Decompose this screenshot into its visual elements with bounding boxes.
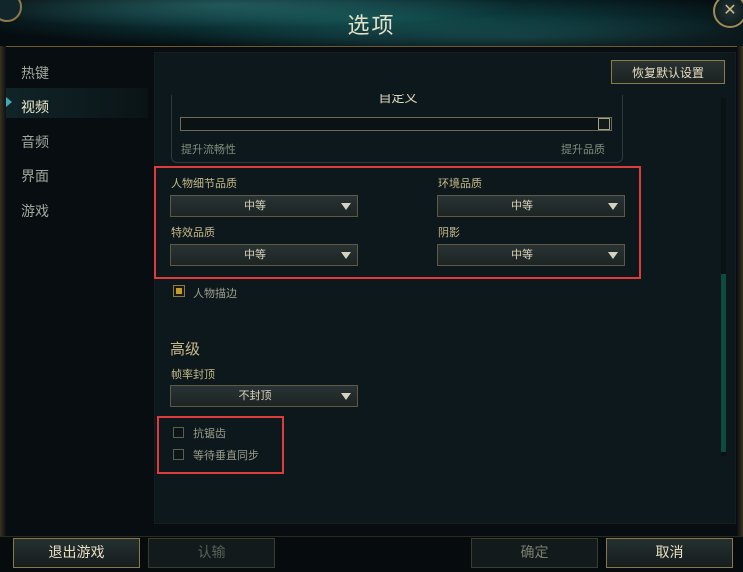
anti-aliasing-checkbox[interactable]	[173, 427, 184, 438]
scrollbar-thumb[interactable]	[721, 274, 726, 452]
environment-quality-label: 环境品质	[438, 177, 482, 190]
vsync-label: 等待垂直同步	[193, 449, 259, 462]
quality-slider-handle[interactable]	[598, 118, 610, 130]
environment-quality-value: 中等	[511, 199, 533, 212]
effects-quality-label: 特效品质	[171, 226, 215, 239]
shadows-label: 阴影	[438, 226, 460, 239]
environment-quality-dropdown[interactable]: 中等	[437, 195, 625, 217]
chevron-down-icon	[341, 252, 351, 259]
chevron-down-icon	[608, 203, 618, 210]
sidebar-item-interface[interactable]: 界面	[21, 166, 49, 186]
quality-slider-track[interactable]	[180, 117, 612, 131]
frame-cap-label: 帧率封顶	[171, 368, 215, 381]
sidebar-item-hotkeys[interactable]: 热键	[21, 63, 49, 83]
cancel-button[interactable]: 取消	[606, 538, 733, 568]
exit-game-button[interactable]: 退出游戏	[13, 538, 140, 568]
anti-aliasing-label: 抗锯齿	[193, 427, 226, 440]
sidebar-active-arrow-icon	[6, 97, 12, 107]
advanced-section-title: 高级	[170, 340, 201, 358]
slider-max-label: 提升品质	[561, 143, 605, 156]
title-bar: 选项	[0, 0, 743, 47]
sidebar-item-game[interactable]: 游戏	[21, 201, 49, 221]
window-title: 选项	[347, 14, 396, 39]
shadows-value: 中等	[511, 248, 533, 261]
character-detail-dropdown[interactable]: 中等	[170, 195, 358, 217]
chevron-down-icon	[341, 203, 351, 210]
character-detail-value: 中等	[244, 199, 266, 212]
restore-defaults-button[interactable]: 恢复默认设置	[611, 60, 725, 84]
slider-min-label: 提升流畅性	[181, 143, 236, 156]
vsync-checkbox[interactable]	[173, 449, 184, 460]
character-outline-checkbox[interactable]	[173, 285, 185, 297]
frame-cap-value: 不封顶	[238, 389, 272, 402]
surrender-button[interactable]: 认输	[148, 538, 275, 568]
sidebar-item-audio[interactable]: 音频	[21, 132, 49, 152]
quality-preset-label: 自定义	[378, 94, 418, 106]
effects-quality-dropdown[interactable]: 中等	[170, 244, 358, 266]
chevron-down-icon	[341, 393, 351, 400]
character-detail-label: 人物细节品质	[171, 177, 237, 190]
chevron-down-icon	[608, 252, 618, 259]
sidebar-item-video[interactable]: 视频	[21, 97, 49, 117]
frame-left	[0, 46, 6, 536]
effects-quality-value: 中等	[244, 248, 266, 261]
frame-right	[737, 46, 743, 536]
close-icon: ✕	[723, 0, 737, 19]
character-outline-label: 人物描边	[193, 287, 237, 300]
frame-cap-dropdown[interactable]: 不封顶	[170, 385, 358, 407]
confirm-button[interactable]: 确定	[471, 538, 598, 568]
shadows-dropdown[interactable]: 中等	[437, 244, 625, 266]
